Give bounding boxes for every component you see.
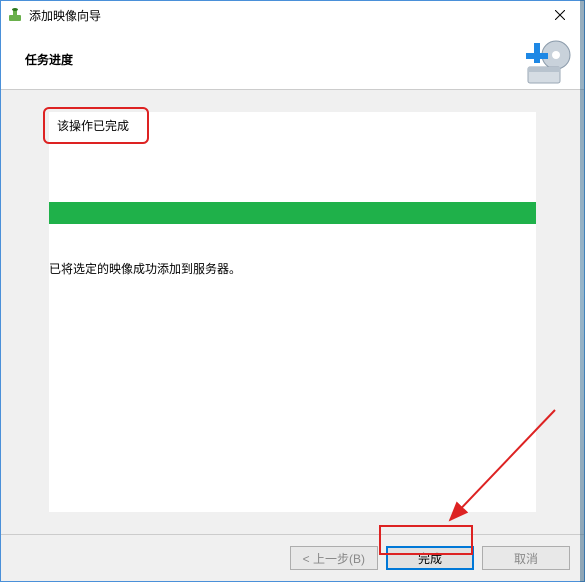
wizard-window: 添加映像向导 任务进度 该操作已完成 已将选 [0,0,585,582]
app-icon [7,7,23,23]
decorative-edge [580,0,585,582]
window-title: 添加映像向导 [29,7,537,24]
success-message: 已将选定的映像成功添加到服务器。 [49,260,241,277]
progress-bar [49,202,536,224]
content-panel: 该操作已完成 已将选定的映像成功添加到服务器。 [49,112,536,512]
wizard-icon [522,37,572,87]
close-button[interactable] [537,1,582,29]
content-area: 该操作已完成 已将选定的映像成功添加到服务器。 [1,90,584,534]
wizard-header: 任务进度 [1,29,584,90]
back-button: < 上一步(B) [290,546,378,570]
status-highlight: 该操作已完成 [43,107,149,144]
titlebar: 添加映像向导 [1,1,584,29]
page-title: 任务进度 [17,51,73,68]
button-bar: < 上一步(B) 完成 取消 [1,534,584,581]
finish-button[interactable]: 完成 [386,546,474,570]
cancel-button: 取消 [482,546,570,570]
status-text: 该操作已完成 [57,119,129,133]
